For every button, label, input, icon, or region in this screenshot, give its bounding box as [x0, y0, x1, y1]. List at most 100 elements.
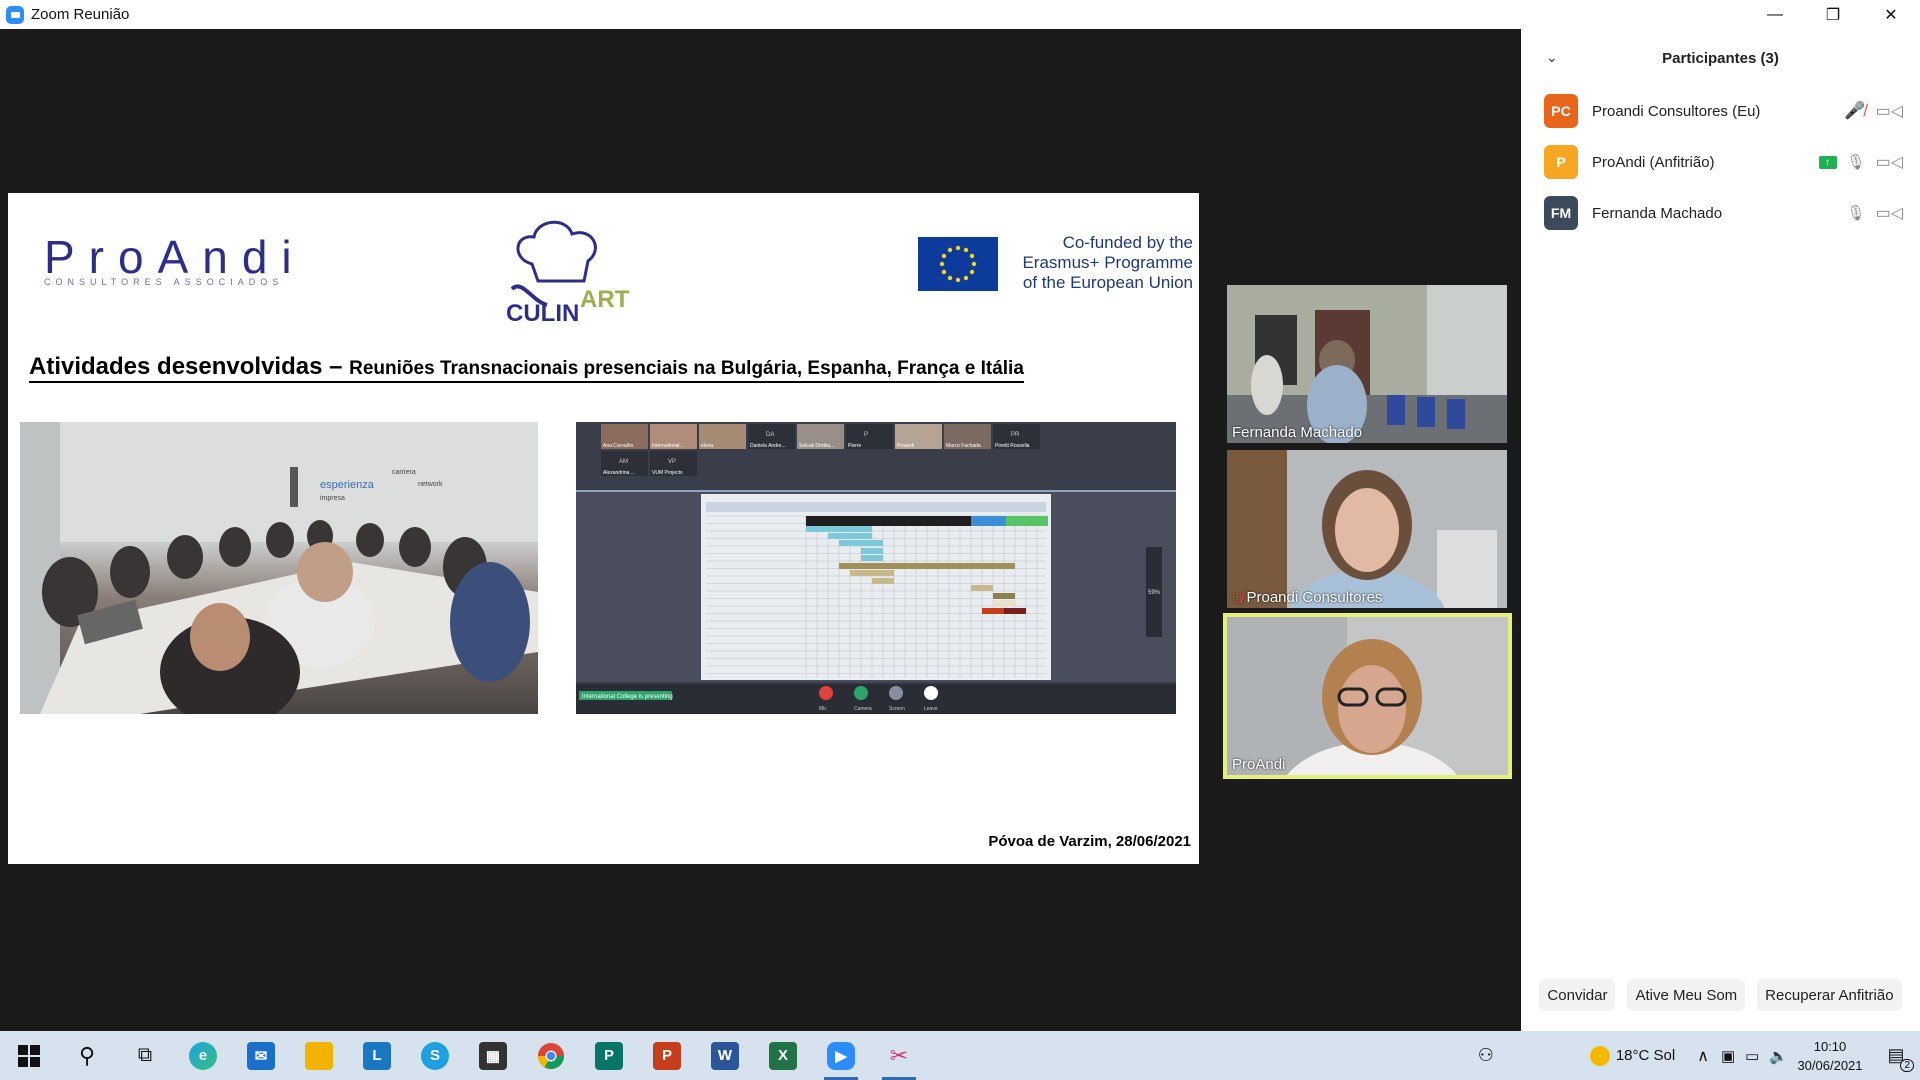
meeting-tile-initials: P [864, 432, 868, 438]
invite-button[interactable]: Convidar [1539, 979, 1616, 1011]
edge-app[interactable]: e [174, 1031, 232, 1080]
restore-button[interactable]: ❐ [1804, 0, 1862, 29]
shared-slide: ProAndi CONSULTORES ASSOCIADOS CULIN ART… [8, 193, 1199, 864]
video-camera-icon[interactable]: ▭◁ [1876, 203, 1903, 223]
search-icon: ⚲ [78, 1042, 96, 1068]
windows-start-icon [18, 1044, 40, 1067]
mic-icon[interactable]: 🎙 [1847, 153, 1866, 171]
taskbar: ⚲ ⧉ e ✉ L S ▦ P P W X ▶ ✂ ⚇ 18°C Sol ∧ ▣… [0, 1031, 1920, 1080]
wall-word: carriera [392, 469, 416, 476]
participant-row[interactable]: P ProAndi (Anfitrião) ↑ 🎙 ▭◁ [1521, 137, 1920, 187]
clock[interactable]: 10:10 30/06/2021 [1788, 1037, 1872, 1075]
l-app[interactable]: L [348, 1031, 406, 1080]
mail-app[interactable]: ✉ [232, 1031, 290, 1080]
store-app[interactable]: ▦ [464, 1031, 522, 1080]
participant-name: Fernanda Machado [1592, 204, 1723, 222]
participant-name: Proandi Consultores (Eu) [1592, 102, 1761, 120]
participant-row[interactable]: FM Fernanda Machado 🎙 ▭◁ [1521, 188, 1920, 238]
task-view-icon: ⧉ [137, 1044, 153, 1066]
clock-date: 30/06/2021 [1797, 1057, 1863, 1073]
video-tile[interactable]: 🎙̸ Proandi Consultores [1227, 450, 1507, 608]
meeting-tile-name: Daniela Andre... [750, 443, 786, 449]
screen-share-icon: ↑ [1818, 155, 1837, 169]
muted-mic-icon[interactable]: 🎤̸ [1844, 101, 1865, 121]
participants-actions: Convidar Ative Meu Som Recuperar Anfitri… [1521, 979, 1920, 1019]
folder-icon [305, 1041, 333, 1070]
meeting-tile-name: Selcuk Dortku... [799, 443, 834, 449]
meeting-control-label: Mic [819, 706, 827, 712]
minimize-button[interactable]: — [1746, 0, 1804, 29]
zoom-icon: ▶ [827, 1041, 855, 1070]
video-tile[interactable]: Fernanda Machado [1227, 285, 1507, 443]
network-icon[interactable]: ▣ [1721, 1047, 1735, 1065]
powerpoint-app[interactable]: P [638, 1031, 696, 1080]
title-bar: Zoom Reunião — ❐ ✕ [0, 0, 1920, 29]
eu-text-line: of the European Union [1022, 273, 1193, 292]
meeting-tile: VP VUM Projects [650, 451, 697, 476]
video-camera-icon[interactable]: ▭◁ [1876, 101, 1903, 121]
meeting-tile: AM Alexandrina ... [601, 451, 648, 476]
zoom-level: 59% [1148, 590, 1161, 596]
volume-icon[interactable]: 🔈 [1769, 1047, 1788, 1065]
people-icon[interactable]: ⚇ [1478, 1045, 1494, 1066]
eu-funding-text: Co-funded by the Erasmus+ Programme of t… [1008, 233, 1193, 293]
online-meeting-illustration: Ana Carvalho International ... elena DA Dani… [576, 422, 1176, 714]
eu-text-line: Erasmus+ Programme [1022, 253, 1193, 272]
skype-app[interactable]: S [406, 1031, 464, 1080]
snip-app[interactable]: ✂ [870, 1031, 928, 1080]
avatar: PC [1544, 94, 1578, 128]
video-camera-icon[interactable]: ▭◁ [1876, 152, 1903, 172]
task-view-button[interactable]: ⧉ [116, 1031, 174, 1080]
proandi-logo-subtitle: CONSULTORES ASSOCIADOS [44, 277, 284, 287]
reclaim-host-button[interactable]: Recuperar Anfitrião [1757, 979, 1902, 1011]
video-tile-active-speaker[interactable]: ProAndi [1223, 613, 1512, 779]
slide-heading: Atividades desenvolvidas – Reuniões Tran… [29, 353, 1024, 383]
zoom-app[interactable]: ▶ [812, 1031, 870, 1080]
word-app[interactable]: W [696, 1031, 754, 1080]
muted-mic-icon: 🎙̸ [1232, 589, 1243, 606]
meeting-tile-name: Pierre [848, 443, 862, 449]
chrome-icon [537, 1042, 565, 1069]
l-app-icon: L [363, 1041, 391, 1070]
meeting-tile-name: Ana Carvalho [603, 443, 634, 449]
publisher-app[interactable]: P [580, 1031, 638, 1080]
excel-app[interactable]: X [754, 1031, 812, 1080]
sun-icon [1589, 1045, 1610, 1066]
wall-word: esperienza [320, 479, 375, 491]
notifications-button[interactable]: ▤ 2 [1872, 1031, 1920, 1080]
chrome-app[interactable] [522, 1031, 580, 1080]
file-explorer-app[interactable] [290, 1031, 348, 1080]
meeting-tile: PR Pinetti Rossella [993, 424, 1040, 449]
meeting-tile: Ana Carvalho [601, 424, 648, 449]
battery-icon[interactable]: ▭ [1745, 1047, 1759, 1065]
video-feed [1227, 285, 1507, 443]
mic-icon[interactable]: 🎙 [1847, 204, 1866, 222]
excel-icon: X [769, 1041, 797, 1070]
meeting-control-label: Leave [924, 706, 938, 712]
meeting-room-illustration: esperienza impresa network carriera [20, 422, 538, 714]
wall-word: network [418, 481, 443, 488]
proandi-logo-text: ProAndi [44, 231, 306, 283]
chevron-up-icon[interactable]: ∧ [1697, 1046, 1709, 1066]
zoom-logo-icon [6, 5, 24, 24]
system-tray: ⚇ 18°C Sol ∧ ▣ ▭ 🔈 10:10 30/06/2021 ▤ 2 [1478, 1031, 1920, 1080]
store-icon: ▦ [479, 1041, 507, 1070]
clock-time: 10:10 [1813, 1038, 1847, 1054]
unmute-me-button[interactable]: Ative Meu Som [1627, 979, 1746, 1011]
meeting-tile-initials: PR [1011, 432, 1020, 438]
search-button[interactable]: ⚲ [58, 1031, 116, 1080]
weather-text[interactable]: 18°C Sol [1616, 1047, 1675, 1064]
meeting-tile-initials: DA [766, 432, 774, 438]
meeting-control-label: Screen [889, 706, 905, 712]
avatar: FM [1544, 196, 1578, 230]
slide-footer: Póvoa de Varzim, 28/06/2021 [988, 833, 1191, 850]
participants-panel: ⌄ Participantes (3) PC Proandi Consultor… [1521, 29, 1920, 1031]
mail-icon: ✉ [247, 1041, 275, 1070]
wall-word: impresa [320, 495, 345, 502]
start-button[interactable] [0, 1031, 58, 1080]
chevron-down-icon[interactable]: ⌄ [1546, 49, 1558, 66]
participant-row[interactable]: PC Proandi Consultores (Eu) 🎤̸ ▭◁ [1521, 86, 1920, 136]
participant-name: ProAndi (Anfitrião) [1592, 153, 1715, 171]
close-button[interactable]: ✕ [1862, 0, 1920, 29]
meeting-tile: elena [699, 424, 746, 449]
